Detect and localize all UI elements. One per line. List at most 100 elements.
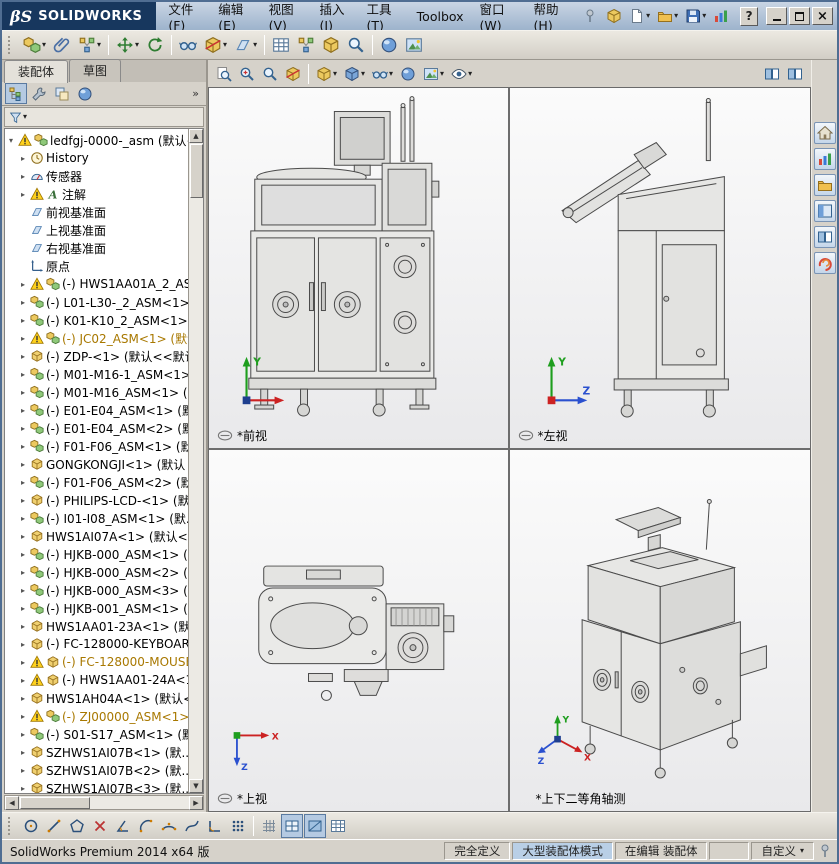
tree-horizontal-scrollbar[interactable]: ◀ ▶ xyxy=(4,795,204,810)
tree-item[interactable]: ▸ (-) PHILIPS-LCD-<1> (默认 xyxy=(5,491,188,509)
tree-item[interactable]: ▸ History xyxy=(5,149,188,167)
tree-item[interactable]: ▸ 注解 xyxy=(5,185,188,203)
exploded-view-button[interactable] xyxy=(294,33,318,57)
featuremanager-tab-button[interactable] xyxy=(5,83,27,104)
tree-item[interactable]: ▸ (-) I01-I08_ASM<1> (默... xyxy=(5,509,188,527)
menu-item[interactable]: 文件(F) xyxy=(160,2,210,33)
tree-item[interactable]: ▸ (-) M01-M16_ASM<1> (默认 xyxy=(5,383,188,401)
minimize-button[interactable] xyxy=(766,7,787,25)
tree-expander-icon[interactable]: ▸ xyxy=(18,334,28,343)
tree-item[interactable]: ▸ (-) S01-S17_ASM<1> (默... xyxy=(5,725,188,743)
tree-expander-icon[interactable]: ▸ xyxy=(18,676,28,685)
solidworks-resources-button[interactable] xyxy=(813,148,836,170)
viewport-front[interactable]: Y *前视 xyxy=(209,88,510,450)
tree-item[interactable]: ▸ (-) HJKB-000_ASM<3> (默认 xyxy=(5,581,188,599)
tree-item[interactable]: ▸ (-) E01-E04_ASM<1> (默认 xyxy=(5,401,188,419)
tree-expander-icon[interactable]: ▸ xyxy=(18,730,28,739)
tree-expander-icon[interactable]: ▸ xyxy=(18,658,28,667)
viewport-left[interactable]: Y Z *左视 xyxy=(509,88,810,450)
tree-expander-icon[interactable]: ▸ xyxy=(18,640,28,649)
tree-expander-icon[interactable]: ▸ xyxy=(18,298,28,307)
tree-expander-icon[interactable]: ▸ xyxy=(18,784,28,793)
measure-button[interactable] xyxy=(344,33,368,57)
tree-expander-icon[interactable]: ▸ xyxy=(18,568,28,577)
scroll-up-button[interactable]: ▲ xyxy=(189,129,203,143)
menu-pin-icon[interactable] xyxy=(582,8,598,24)
shaded-sketch-contours-button[interactable] xyxy=(304,814,326,838)
tree-item[interactable]: ▸ HWS1AA01-23A<1> (默 xyxy=(5,617,188,635)
edit-appearance-button[interactable] xyxy=(377,33,401,57)
tree-item[interactable]: ▸ (-) F01-F06_ASM<2> (默认 xyxy=(5,473,188,491)
tree-expander-icon[interactable]: ▸ xyxy=(18,172,28,181)
apply-scene-button[interactable]: ▾ xyxy=(420,62,447,86)
show-hidden-components-button[interactable] xyxy=(176,33,200,57)
rotate-component-button[interactable] xyxy=(143,33,167,57)
configurationmanager-tab-button[interactable] xyxy=(51,83,73,104)
tree-expander-icon[interactable]: ▸ xyxy=(18,748,28,757)
tree-expander-icon[interactable]: ▸ xyxy=(18,280,28,289)
tree-expander-icon[interactable]: ▸ xyxy=(18,604,28,613)
panel-overflow-button[interactable]: » xyxy=(188,87,203,100)
tree-item[interactable]: ▸ (-) FC-128000-MOUSE- xyxy=(5,653,188,671)
sketch-fillet-button[interactable] xyxy=(204,814,226,838)
tree-item[interactable]: ▾ ledfgj-0000-_asm (默认< xyxy=(5,131,188,149)
propertymanager-tab-button[interactable] xyxy=(28,83,50,104)
tree-item[interactable]: ▸ (-) L01-L30-_2_ASM<1> (默 xyxy=(5,293,188,311)
tree-item[interactable]: ▸ (-) HWS1AA01-24A<1> xyxy=(5,671,188,689)
tree-expander-icon[interactable]: ▸ xyxy=(18,424,28,433)
tree-vertical-scrollbar[interactable]: ▲ ▼ xyxy=(188,129,203,793)
tree-expander-icon[interactable]: ▸ xyxy=(18,766,28,775)
tree-item[interactable]: ▸ HWS1AI07A<1> (默认< xyxy=(5,527,188,545)
reference-geometry-button[interactable]: ▾ xyxy=(231,33,260,57)
displaymanager-tab-button[interactable] xyxy=(74,83,96,104)
view-settings-button[interactable]: ▾ xyxy=(448,62,475,86)
tree-expander-icon[interactable]: ▸ xyxy=(18,406,28,415)
file-explorer-button[interactable] xyxy=(813,200,836,222)
tree-item[interactable]: ▸ SZHWS1AI07B<3> (默... xyxy=(5,779,188,793)
sketch-spline-button[interactable] xyxy=(181,814,203,838)
mate-button[interactable] xyxy=(50,33,74,57)
sketch-pattern-button[interactable] xyxy=(227,814,249,838)
view-palette-button[interactable] xyxy=(813,226,836,248)
component-pattern-button[interactable]: ▾ xyxy=(75,33,104,57)
tree-item[interactable]: 上视基准面 xyxy=(5,221,188,239)
menu-item[interactable]: 插入(I) xyxy=(312,2,359,33)
tree-item[interactable]: 前视基准面 xyxy=(5,203,188,221)
rebuild-button[interactable] xyxy=(710,4,732,28)
insert-component-button[interactable]: ▾ xyxy=(20,33,49,57)
sketch-3point-arc-button[interactable] xyxy=(158,814,180,838)
tree-expander-icon[interactable]: ▸ xyxy=(18,478,28,487)
tree-item[interactable]: ▸ (-) JC02_ASM<1> (默认< xyxy=(5,329,188,347)
viewport-top[interactable]: X Z *上视 xyxy=(209,449,510,811)
filter-button[interactable]: ▾ xyxy=(6,109,30,126)
tree-item[interactable]: 原点 xyxy=(5,257,188,275)
scroll-left-button[interactable]: ◀ xyxy=(5,795,19,810)
tree-item[interactable]: ▸ HWS1AH04A<1> (默认< xyxy=(5,689,188,707)
display-style-button[interactable]: ▾ xyxy=(341,62,368,86)
tree-expander-icon[interactable]: ▸ xyxy=(18,460,28,469)
tree-expander-icon[interactable]: ▸ xyxy=(18,532,28,541)
tree-item[interactable]: ▸ SZHWS1AI07B<2> (默... xyxy=(5,761,188,779)
commandmanager-tab[interactable]: 装配体 xyxy=(4,60,69,83)
tree-item[interactable]: ▸ (-) FC-128000-KEYBOARD- xyxy=(5,635,188,653)
hide-show-items-button[interactable]: ▾ xyxy=(369,62,396,86)
sketch-angle-button[interactable] xyxy=(112,814,134,838)
tree-expander-icon[interactable]: ▸ xyxy=(18,622,28,631)
view-orientation-button[interactable]: ▾ xyxy=(313,62,340,86)
grid-snap-button[interactable] xyxy=(258,814,280,838)
sketch-polygon-button[interactable] xyxy=(66,814,88,838)
tree-item[interactable]: ▸ (-) K01-K10_2_ASM<1> (默 xyxy=(5,311,188,329)
sketch-line-button[interactable] xyxy=(43,814,65,838)
menu-item[interactable]: 视图(V) xyxy=(261,2,312,33)
menu-item[interactable]: 窗口(W) xyxy=(472,2,526,33)
scroll-right-button[interactable]: ▶ xyxy=(189,795,203,810)
sketch-erase-button[interactable] xyxy=(89,814,111,838)
home-button[interactable] xyxy=(813,122,836,144)
tree-expander-icon[interactable]: ▸ xyxy=(18,370,28,379)
sketch-table-button[interactable] xyxy=(327,814,349,838)
assembly-features-button[interactable]: ▾ xyxy=(201,33,230,57)
tree-item[interactable]: 右视基准面 xyxy=(5,239,188,257)
tree-expander-icon[interactable]: ▸ xyxy=(18,154,28,163)
appearances-scenes-button[interactable] xyxy=(813,252,836,274)
tree-expander-icon[interactable]: ▸ xyxy=(18,316,28,325)
